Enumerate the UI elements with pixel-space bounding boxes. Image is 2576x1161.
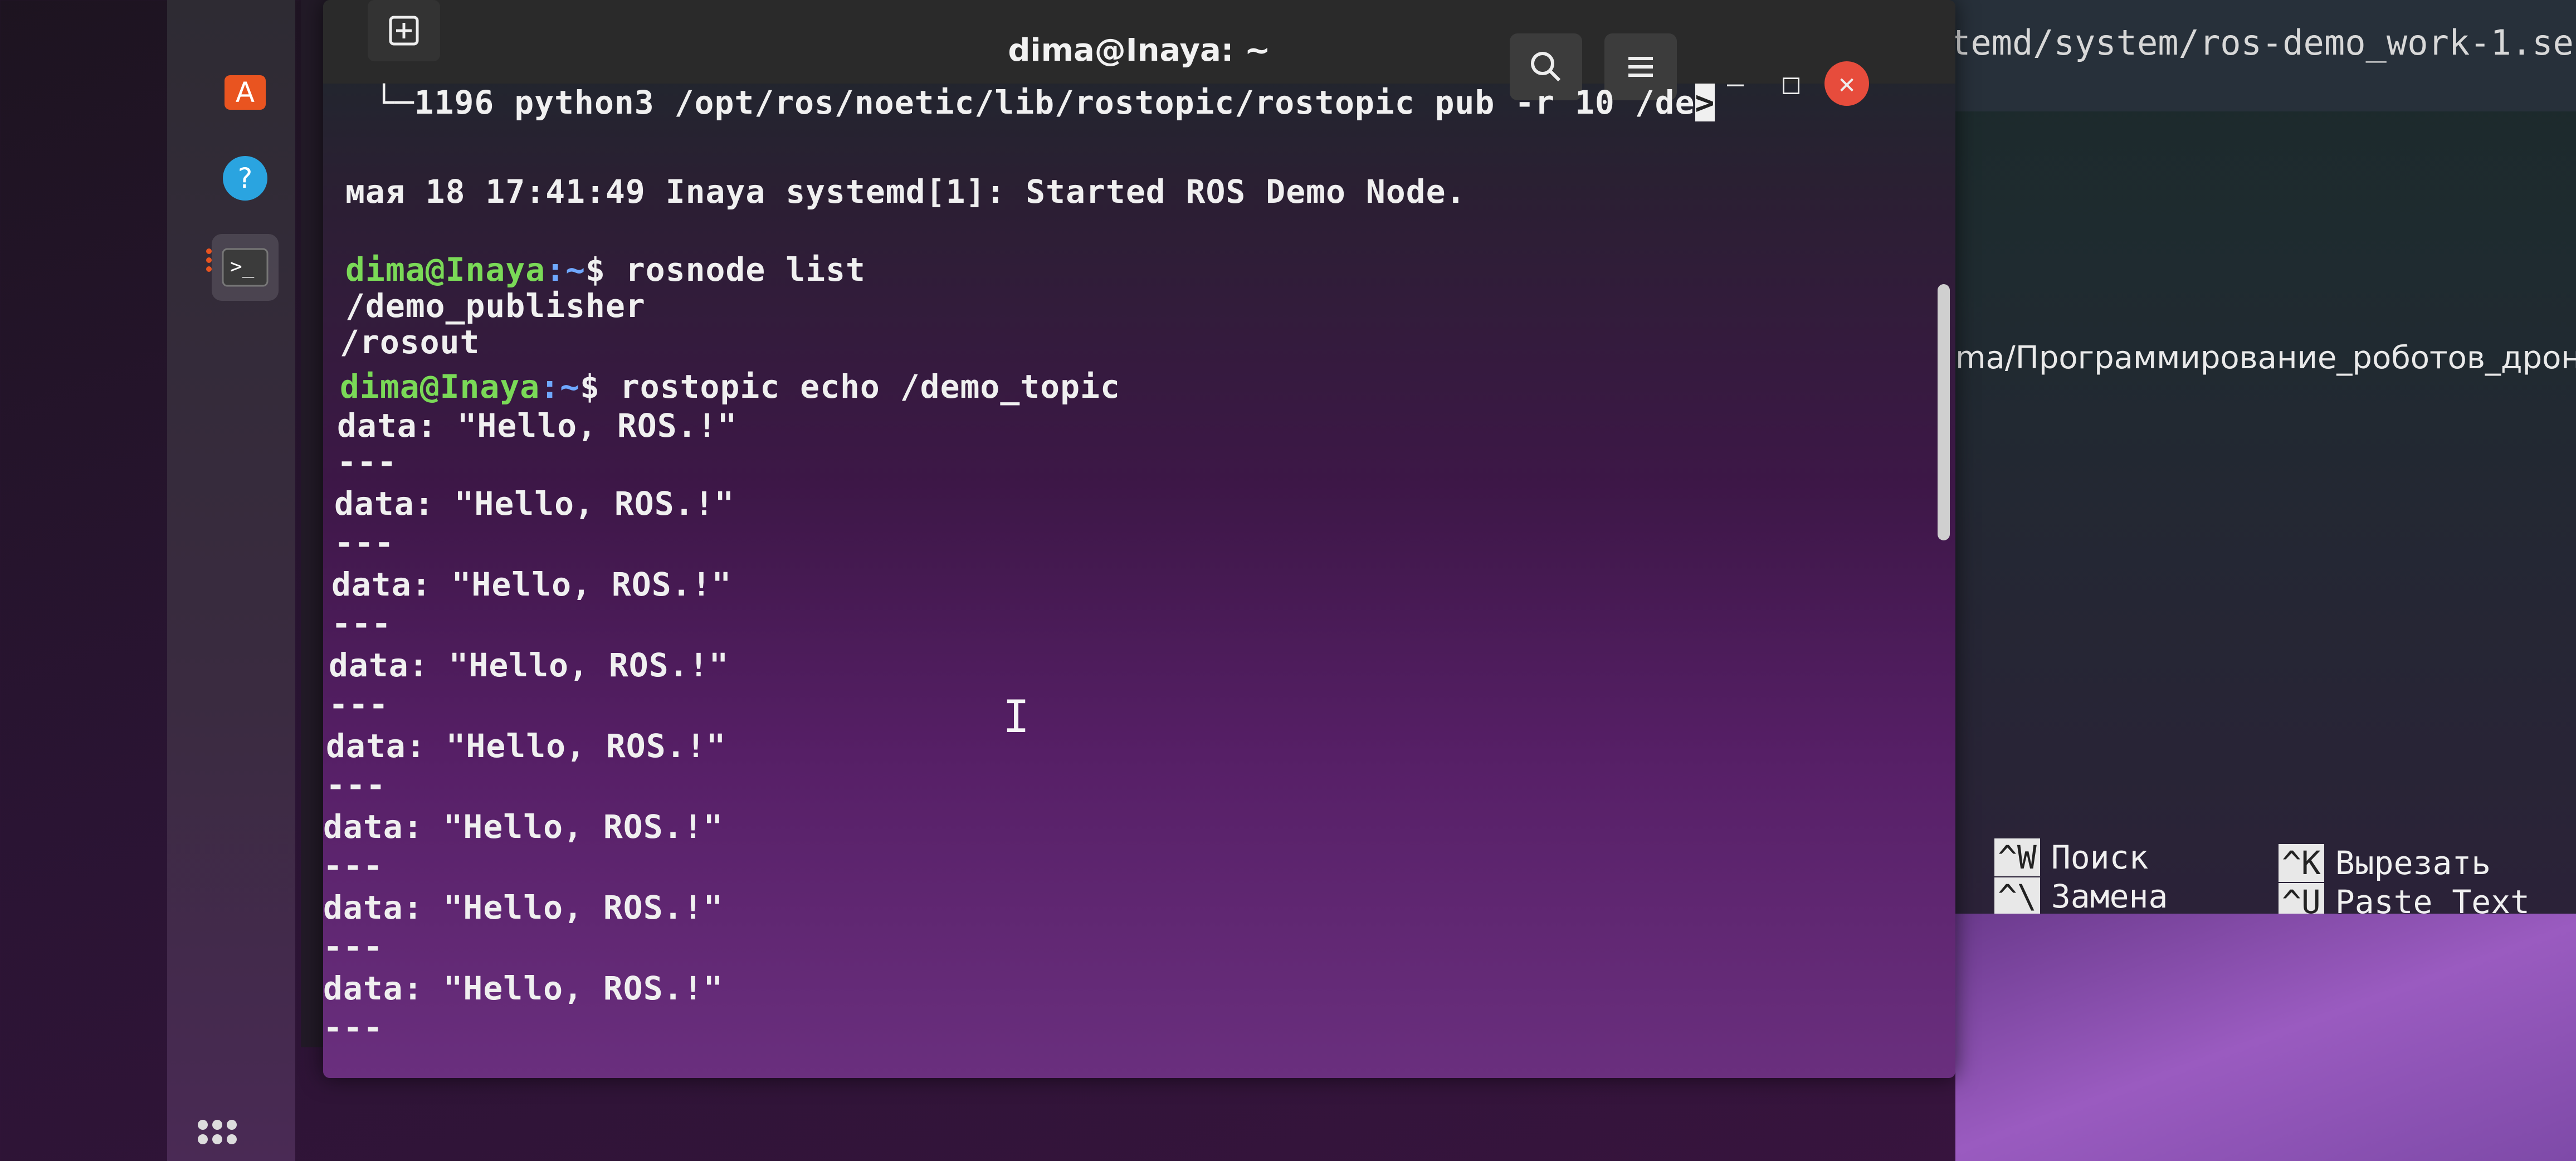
hamburger-icon	[1628, 57, 1653, 77]
terminal-line: data: "Hello, ROS.!"	[323, 808, 724, 846]
help-icon[interactable]: ?	[212, 145, 279, 212]
prompt-line: dima@Inaya:~$ rostopic echo /demo_topic	[340, 368, 1120, 406]
terminal-line: data: "Hello, ROS.!"	[337, 407, 738, 445]
terminal-window[interactable]: dima@Inaya: ~ – □ ✕ └─1196 python3 /opt/…	[323, 0, 1955, 1078]
maximize-button[interactable]: □	[1769, 61, 1813, 106]
mouse-cursor-icon: I	[1003, 691, 1030, 743]
terminal-line: ---	[323, 1008, 383, 1046]
shortcut-replace: ^\ Замена	[1994, 877, 2168, 915]
terminal-line: ---	[323, 928, 383, 965]
minimize-button[interactable]: –	[1713, 61, 1758, 106]
terminal-line: data: "Hello, ROS.!"	[323, 969, 724, 1007]
software-center-icon[interactable]: A	[212, 56, 279, 123]
terminal-line: data: "Hello, ROS.!"	[329, 646, 729, 684]
search-icon	[1531, 52, 1561, 82]
background-file-path: temd/system/ros-demo_work-1.servi	[1950, 22, 2576, 63]
window-title: dima@Inaya: ~	[1008, 32, 1271, 69]
overflow-marker: >	[1695, 84, 1715, 121]
terminal-line: /rosout	[340, 323, 480, 361]
svg-text:>_: >_	[230, 255, 255, 278]
shortcut-search: ^W Поиск	[1994, 838, 2148, 876]
terminal-line: └─1196 python3 /opt/ros/noetic/lib/rosto…	[334, 84, 1715, 121]
terminal-line: мая 18 17:41:49 Inaya systemd[1]: Starte…	[345, 173, 1466, 211]
svg-text:A: A	[236, 76, 255, 109]
terminal-line: ---	[323, 847, 383, 885]
shortcut-cut: ^K Вырезать	[2279, 844, 2491, 882]
terminal-titlebar[interactable]: dima@Inaya: ~ – □ ✕	[323, 0, 1955, 106]
terminal-icon[interactable]: >_	[212, 234, 279, 301]
terminal-line: ---	[334, 524, 394, 562]
terminal-line: data: "Hello, ROS.!"	[323, 889, 724, 926]
terminal-line: ---	[329, 685, 389, 723]
terminal-line: data: "Hello, ROS.!"	[331, 565, 732, 603]
background-editor-path: ma/Программирование_роботов_дроно	[1955, 340, 2576, 376]
terminal-line: ---	[337, 443, 397, 481]
terminal-line: ---	[326, 766, 386, 804]
svg-text:?: ?	[238, 162, 253, 194]
dock: A ? >_	[167, 0, 295, 1161]
close-button[interactable]: ✕	[1824, 61, 1869, 106]
running-indicator	[206, 245, 212, 275]
terminal-line: ---	[331, 604, 392, 642]
app-grid-icon[interactable]	[198, 1120, 237, 1144]
desktop-wallpaper	[1955, 914, 2576, 1161]
terminal-scrollbar[interactable]	[1938, 284, 1950, 540]
terminal-line: data: "Hello, ROS.!"	[326, 727, 726, 765]
terminal-line: data: "Hello, ROS.!"	[334, 485, 735, 523]
prompt-line: dima@Inaya:~$ rosnode list	[345, 251, 866, 289]
terminal-line: /demo_publisher	[345, 287, 646, 325]
